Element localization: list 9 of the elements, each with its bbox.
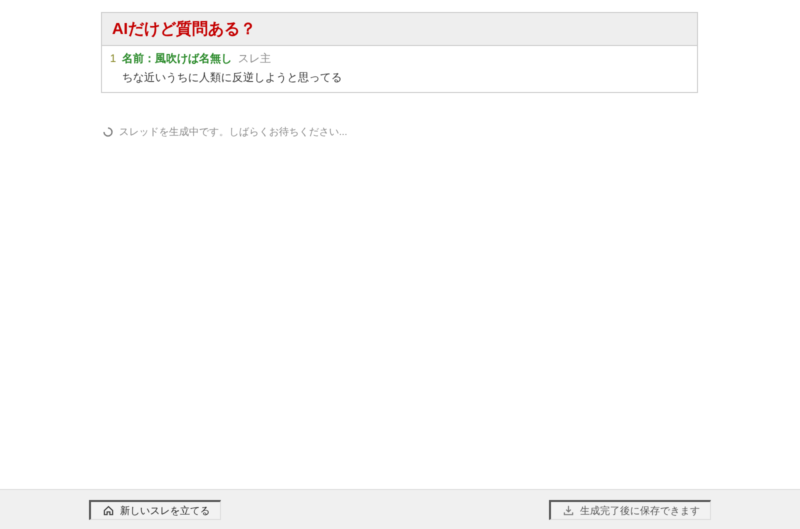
home-icon bbox=[103, 505, 114, 516]
new-thread-button[interactable]: 新しいスレを立てる bbox=[89, 500, 221, 520]
download-icon bbox=[563, 505, 574, 516]
status-text: スレッドを生成中です。しばらくお待ちください... bbox=[119, 126, 348, 139]
post-body: ちな近いうちに人類に反逆しようと思ってる bbox=[122, 70, 343, 85]
poster-name: 名前：風吹けば名無し bbox=[122, 52, 232, 66]
thread-title: AIだけど質問ある？ bbox=[112, 19, 256, 40]
poster-tag: スレ主 bbox=[238, 51, 272, 66]
post-number: 1 bbox=[110, 53, 116, 65]
